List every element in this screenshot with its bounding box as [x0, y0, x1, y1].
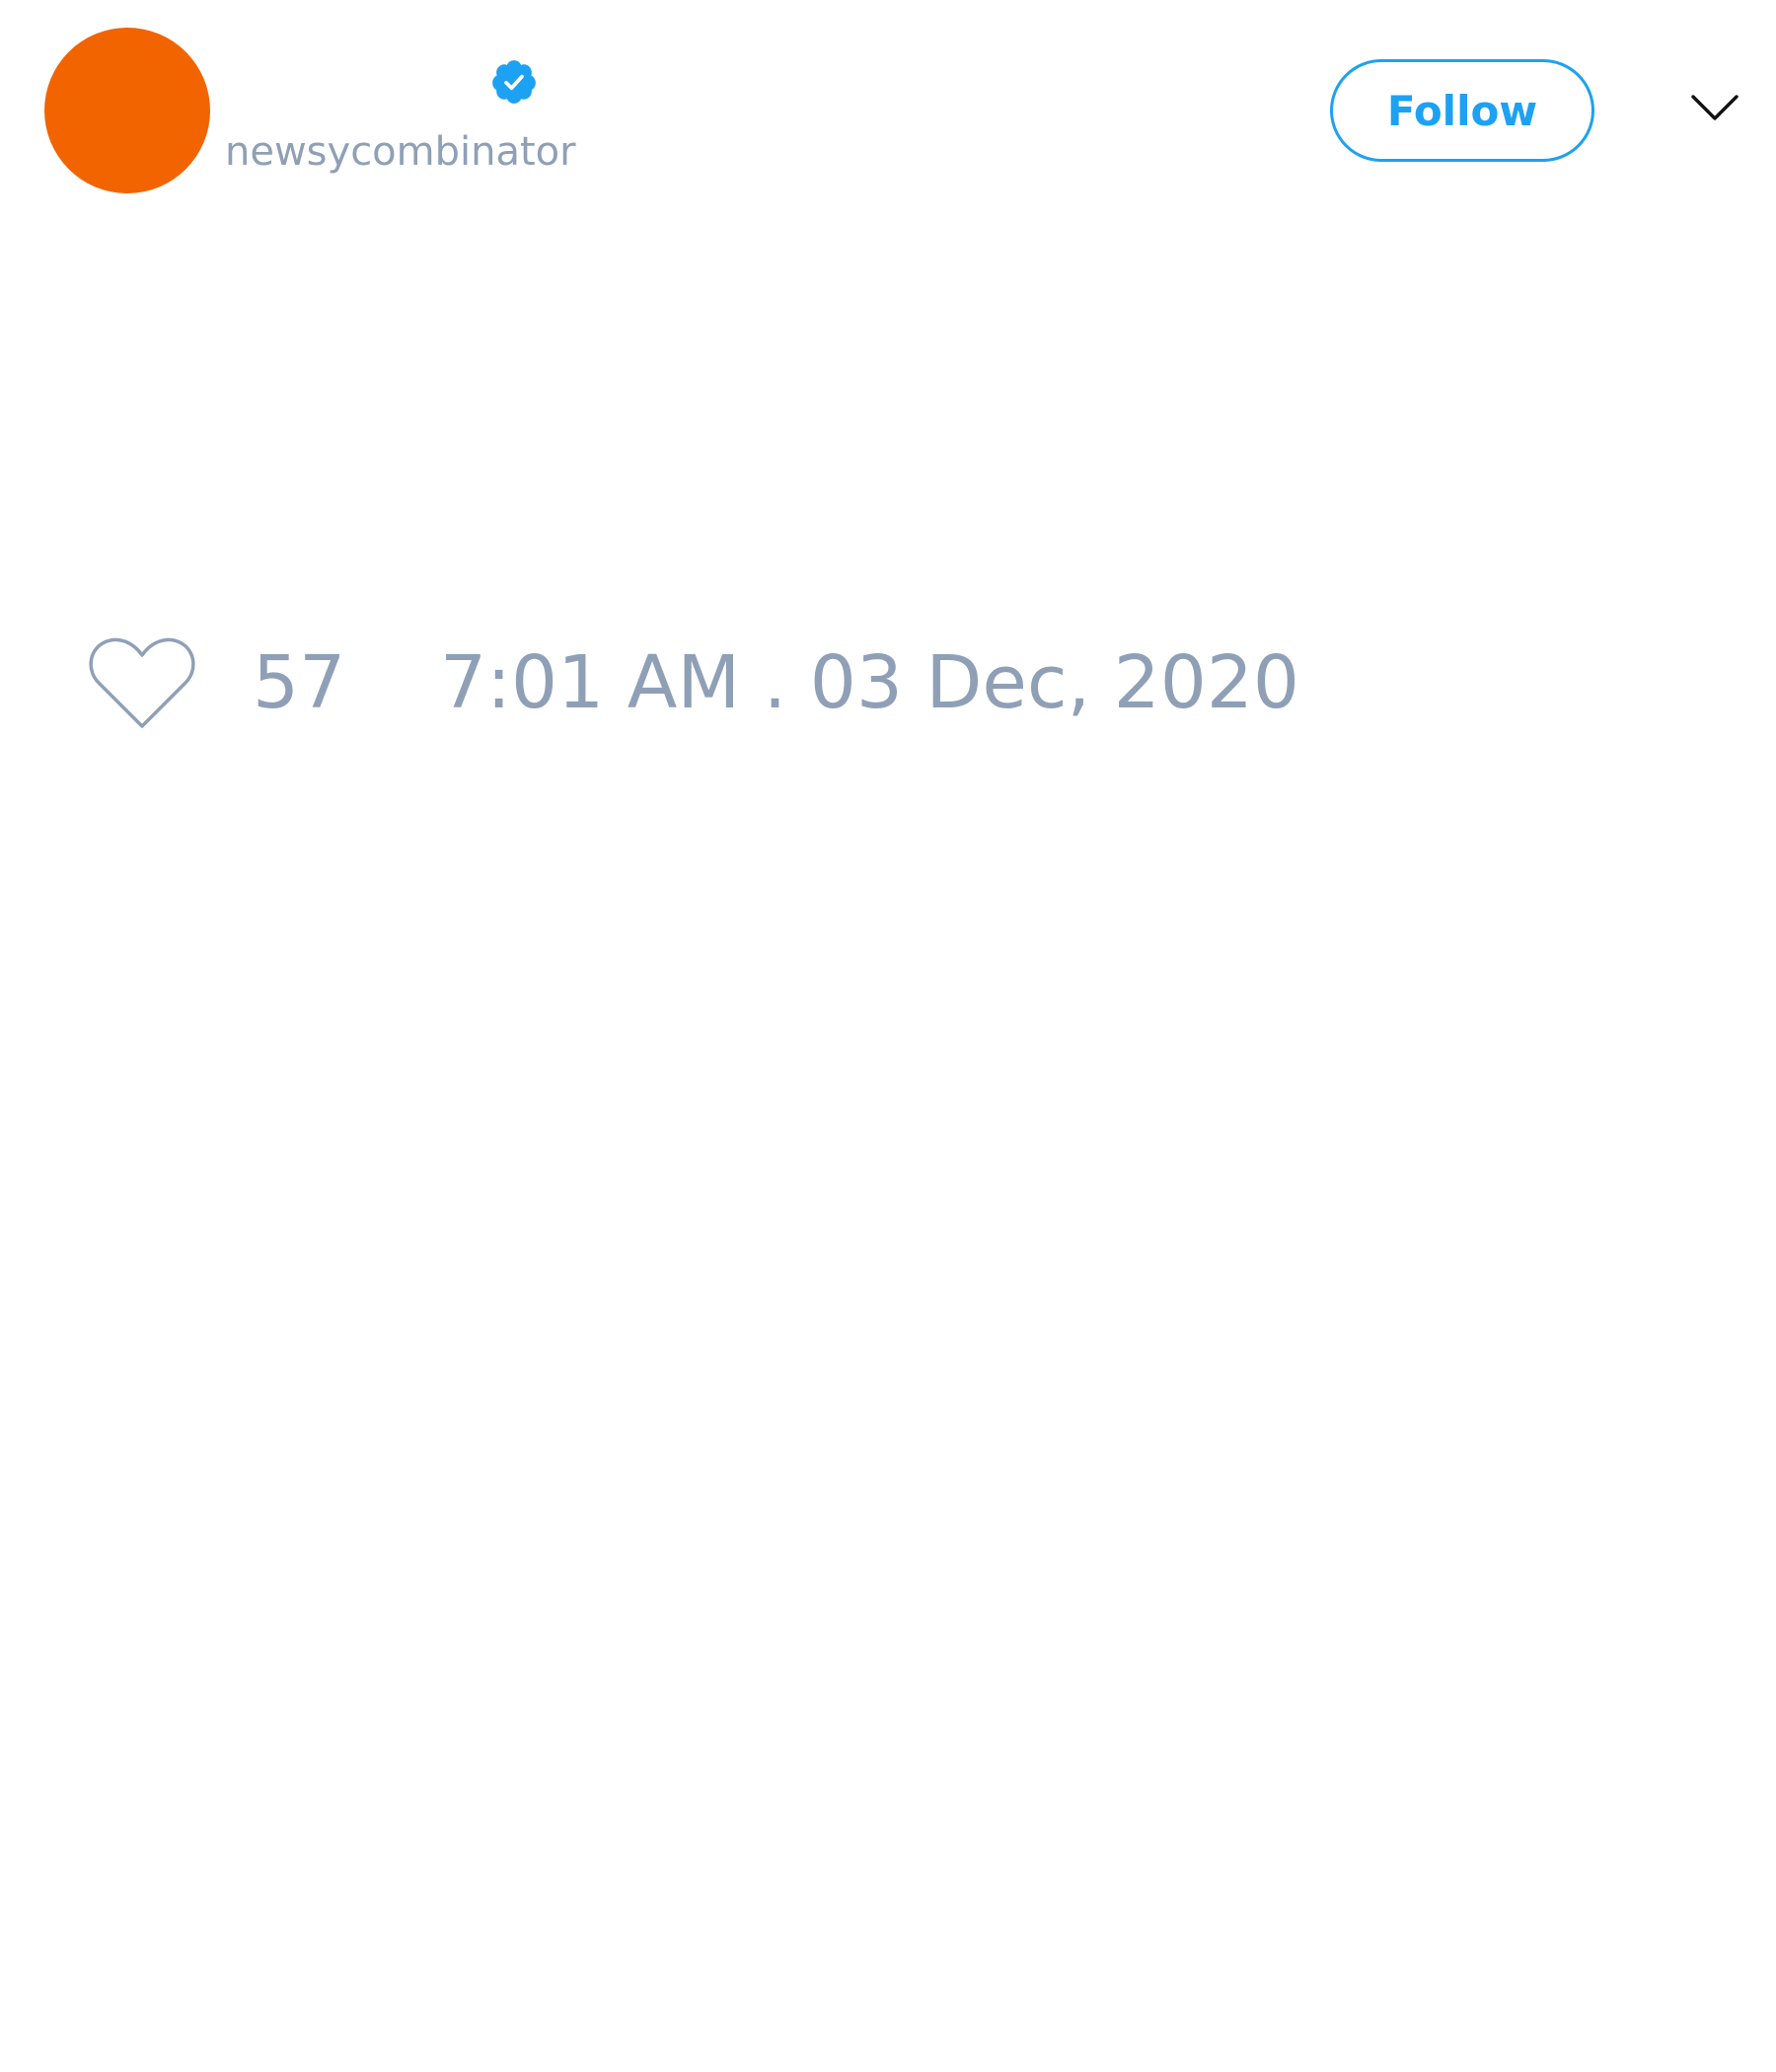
author-handle[interactable]: newsycombinator	[225, 124, 576, 180]
chevron-down-icon[interactable]	[1689, 87, 1740, 130]
heart-icon[interactable]	[87, 635, 197, 734]
avatar[interactable]	[44, 28, 210, 193]
follow-button[interactable]: Follow	[1330, 59, 1594, 162]
tweet-timestamp[interactable]: 7:01 AM . 03 Dec, 2020	[440, 639, 1299, 726]
like-count: 57	[253, 640, 346, 725]
verified-badge-icon	[492, 60, 536, 104]
